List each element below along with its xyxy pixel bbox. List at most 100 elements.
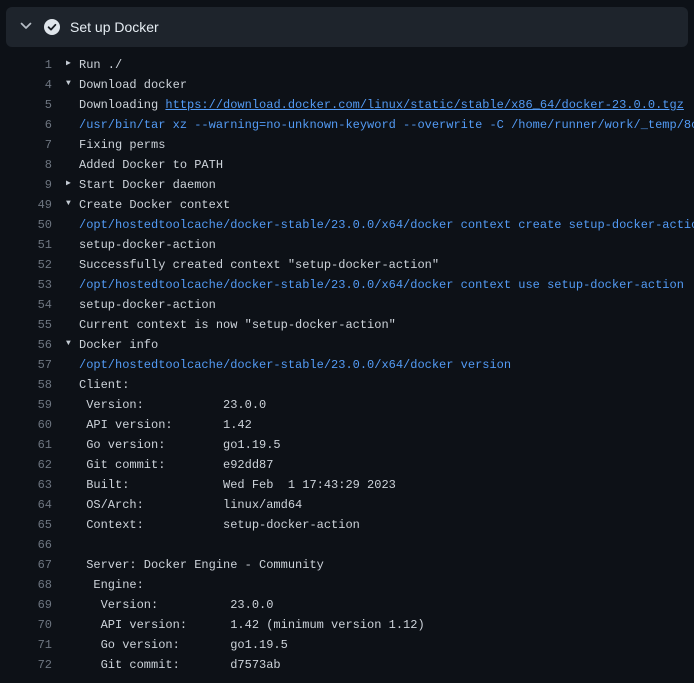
log-group-title[interactable]: ▶Run ./ <box>52 55 694 75</box>
log-text-segment: Git commit: d7573ab <box>79 658 281 672</box>
log-line: 58Client: <box>4 375 694 395</box>
log-text: Context: setup-docker-action <box>52 515 694 535</box>
log-text-segment: Engine: <box>79 578 144 592</box>
log-line: 51setup-docker-action <box>4 235 694 255</box>
log-scroll-area[interactable]: 1▶Run ./4▼Download docker5Downloading ht… <box>0 55 694 683</box>
line-number[interactable]: 66 <box>4 535 52 555</box>
line-number[interactable]: 9 <box>4 175 52 195</box>
line-number[interactable]: 5 <box>4 95 52 115</box>
log-text: API version: 1.42 <box>52 415 694 435</box>
line-number[interactable]: 49 <box>4 195 52 215</box>
line-number[interactable]: 56 <box>4 335 52 355</box>
log-line: 66 <box>4 535 694 555</box>
group-expanded-chevron-icon[interactable]: ▼ <box>66 335 79 354</box>
log-line: 67 Server: Docker Engine - Community <box>4 555 694 575</box>
line-number[interactable]: 53 <box>4 275 52 295</box>
log-line: 53/opt/hostedtoolcache/docker-stable/23.… <box>4 275 694 295</box>
line-number[interactable]: 65 <box>4 515 52 535</box>
log-group-title[interactable]: ▼Docker info <box>52 335 694 355</box>
log-text: Server: Docker Engine - Community <box>52 555 694 575</box>
line-number[interactable]: 64 <box>4 495 52 515</box>
log-command: /opt/hostedtoolcache/docker-stable/23.0.… <box>79 218 694 232</box>
line-number[interactable]: 62 <box>4 455 52 475</box>
log-text-segment: Download docker <box>79 78 187 92</box>
line-number[interactable]: 70 <box>4 615 52 635</box>
line-number[interactable]: 57 <box>4 355 52 375</box>
collapse-step-button[interactable] <box>18 19 34 35</box>
line-number[interactable]: 50 <box>4 215 52 235</box>
line-number[interactable]: 52 <box>4 255 52 275</box>
line-number[interactable]: 55 <box>4 315 52 335</box>
line-number[interactable]: 8 <box>4 155 52 175</box>
log-text: Version: 23.0.0 <box>52 595 694 615</box>
log-text-segment: Start Docker daemon <box>79 178 216 192</box>
line-number[interactable]: 1 <box>4 55 52 75</box>
log-line: 9▶Start Docker daemon <box>4 175 694 195</box>
line-number[interactable]: 6 <box>4 115 52 135</box>
line-number[interactable]: 59 <box>4 395 52 415</box>
log-text-segment: Context: setup-docker-action <box>79 518 360 532</box>
log-text-segment: Server: Docker Engine - Community <box>79 558 324 572</box>
log-line: 68 Engine: <box>4 575 694 595</box>
line-number[interactable]: 71 <box>4 635 52 655</box>
log-text: Go version: go1.19.5 <box>52 635 694 655</box>
group-collapsed-chevron-icon[interactable]: ▶ <box>66 175 79 194</box>
log-text: API version: 1.42 (minimum version 1.12) <box>52 615 694 635</box>
line-number[interactable]: 60 <box>4 415 52 435</box>
line-number[interactable]: 58 <box>4 375 52 395</box>
log-text: /usr/bin/tar xz --warning=no-unknown-key… <box>52 115 694 135</box>
log-group-title[interactable]: ▼Create Docker context <box>52 195 694 215</box>
log-line: 65 Context: setup-docker-action <box>4 515 694 535</box>
log-group-title[interactable]: ▼Download docker <box>52 75 694 95</box>
group-collapsed-chevron-icon[interactable]: ▶ <box>66 55 79 74</box>
log-text: setup-docker-action <box>52 235 694 255</box>
log-text: /opt/hostedtoolcache/docker-stable/23.0.… <box>52 275 694 295</box>
line-number[interactable]: 7 <box>4 135 52 155</box>
log-command: /opt/hostedtoolcache/docker-stable/23.0.… <box>79 358 511 372</box>
log-command: /opt/hostedtoolcache/docker-stable/23.0.… <box>79 278 684 292</box>
log-line: 49▼Create Docker context <box>4 195 694 215</box>
log-line: 70 API version: 1.42 (minimum version 1.… <box>4 615 694 635</box>
line-number[interactable]: 68 <box>4 575 52 595</box>
log-line: 4▼Download docker <box>4 75 694 95</box>
line-number[interactable]: 51 <box>4 235 52 255</box>
log-text-segment: OS/Arch: linux/amd64 <box>79 498 302 512</box>
log-text: /opt/hostedtoolcache/docker-stable/23.0.… <box>52 355 694 375</box>
log-group-title[interactable]: ▶Start Docker daemon <box>52 175 694 195</box>
line-number[interactable]: 63 <box>4 475 52 495</box>
log-line: 6/usr/bin/tar xz --warning=no-unknown-ke… <box>4 115 694 135</box>
line-number[interactable]: 54 <box>4 295 52 315</box>
log-text-segment: Successfully created context "setup-dock… <box>79 258 439 272</box>
log-text: OS/Arch: linux/amd64 <box>52 495 694 515</box>
check-circle-icon <box>44 19 60 35</box>
log-text-segment: Run ./ <box>79 58 122 72</box>
group-expanded-chevron-icon[interactable]: ▼ <box>66 75 79 94</box>
log-line: 72 Git commit: d7573ab <box>4 655 694 675</box>
log-text: Successfully created context "setup-dock… <box>52 255 694 275</box>
log-text: setup-docker-action <box>52 295 694 315</box>
log-text: Go version: go1.19.5 <box>52 435 694 455</box>
log-text-segment: Built: Wed Feb 1 17:43:29 2023 <box>79 478 396 492</box>
log-text-segment: Go version: go1.19.5 <box>79 638 288 652</box>
line-number[interactable]: 69 <box>4 595 52 615</box>
line-number[interactable]: 72 <box>4 655 52 675</box>
log-text-segment: Docker info <box>79 338 158 352</box>
log-line: 5Downloading https://download.docker.com… <box>4 95 694 115</box>
group-expanded-chevron-icon[interactable]: ▼ <box>66 195 79 214</box>
log-line: 64 OS/Arch: linux/amd64 <box>4 495 694 515</box>
log-text: Engine: <box>52 575 694 595</box>
log-command: /usr/bin/tar xz --warning=no-unknown-key… <box>79 118 694 132</box>
log-line: 71 Go version: go1.19.5 <box>4 635 694 655</box>
step-header-row[interactable]: Set up Docker <box>6 7 688 47</box>
log-text: Git commit: e92dd87 <box>52 455 694 475</box>
line-number[interactable]: 4 <box>4 75 52 95</box>
log-line: 59 Version: 23.0.0 <box>4 395 694 415</box>
log-line: 55Current context is now "setup-docker-a… <box>4 315 694 335</box>
line-number[interactable]: 61 <box>4 435 52 455</box>
log-link[interactable]: https://download.docker.com/linux/static… <box>165 98 683 112</box>
log-text: Fixing perms <box>52 135 694 155</box>
log-line: 69 Version: 23.0.0 <box>4 595 694 615</box>
line-number[interactable]: 67 <box>4 555 52 575</box>
log-line: 1▶Run ./ <box>4 55 694 75</box>
log-text-segment: Git commit: e92dd87 <box>79 458 273 472</box>
